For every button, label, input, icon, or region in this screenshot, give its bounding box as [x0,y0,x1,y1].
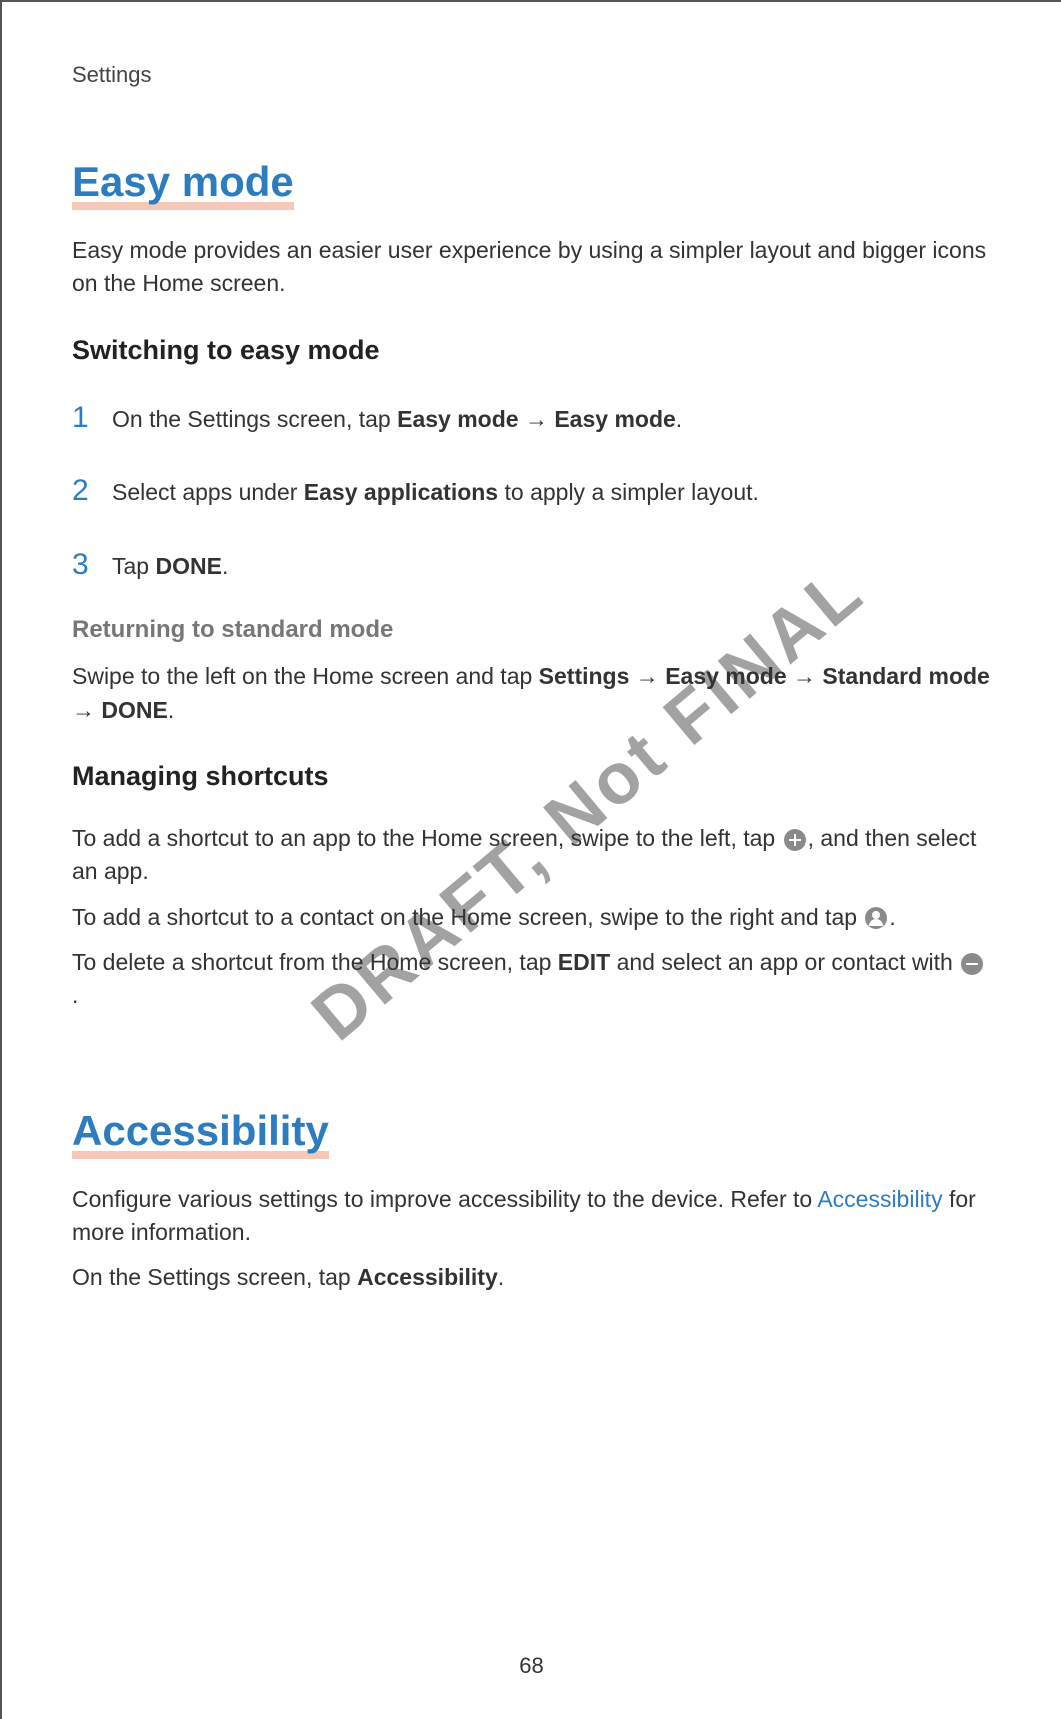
contact-icon [865,907,887,929]
text-span: To delete a shortcut from the Home scree… [72,949,558,975]
accessibility-title: Accessibility [72,1107,329,1155]
step-item: 2 Select apps under Easy applications to… [72,469,991,513]
bold-span: Easy mode [665,663,786,689]
shortcuts-p3: To delete a shortcut from the Home scree… [72,946,991,1013]
text-span: To add a shortcut to a contact on the Ho… [72,904,863,930]
text-span: and select an app or contact with [610,949,959,975]
step-number: 3 [72,543,112,587]
page-number: 68 [2,1653,1061,1679]
arrow-span: → [72,697,101,723]
step-item: 1 On the Settings screen, tap Easy mode … [72,396,991,440]
step-text: . [676,406,682,432]
shortcuts-p1: To add a shortcut to an app to the Home … [72,822,991,889]
step-text: to apply a simpler layout. [498,479,759,505]
returning-heading: Returning to standard mode [72,616,991,644]
text-span: To add a shortcut to an app to the Home … [72,825,782,851]
plus-icon [784,829,806,851]
bold-span: EDIT [558,949,610,975]
bold-span: Standard mode [822,663,989,689]
shortcuts-p2: To add a shortcut to a contact on the Ho… [72,901,991,934]
text-span: . [72,982,78,1008]
shortcuts-heading: Managing shortcuts [72,761,991,792]
step-item: 3 Tap DONE. [72,543,991,587]
step-text: Tap [112,553,155,579]
accessibility-p2: On the Settings screen, tap Accessibilit… [72,1261,991,1294]
bold-span: Settings [539,663,630,689]
step-bold: Easy mode [554,406,675,432]
step-arrow: → [519,406,555,432]
accessibility-p1: Configure various settings to improve ac… [72,1183,991,1250]
switching-heading: Switching to easy mode [72,335,991,366]
step-text: On the Settings screen, tap [112,406,397,432]
step-number: 2 [72,469,112,513]
page-header-label: Settings [72,62,991,88]
step-bold: DONE [155,553,221,579]
easy-mode-intro: Easy mode provides an easier user experi… [72,234,991,301]
easy-mode-title: Easy mode [72,158,294,206]
text-span: . [498,1264,504,1290]
text-span: . [168,697,174,723]
returning-text: Swipe to the left on the Home screen and… [72,660,991,727]
arrow-span: → [787,663,823,689]
accessibility-link[interactable]: Accessibility [817,1186,942,1212]
switching-steps-list: 1 On the Settings screen, tap Easy mode … [72,396,991,587]
step-bold: Easy applications [304,479,498,505]
arrow-span: → [629,663,665,689]
text-span: Swipe to the left on the Home screen and… [72,663,539,689]
bold-span: Accessibility [357,1264,498,1290]
minus-icon [961,953,983,975]
text-span: . [889,904,895,930]
text-span: Configure various settings to improve ac… [72,1186,817,1212]
step-bold: Easy mode [397,406,518,432]
bold-span: DONE [101,697,167,723]
step-text: Select apps under [112,479,304,505]
step-number: 1 [72,396,112,440]
step-text: . [222,553,228,579]
text-span: On the Settings screen, tap [72,1264,357,1290]
